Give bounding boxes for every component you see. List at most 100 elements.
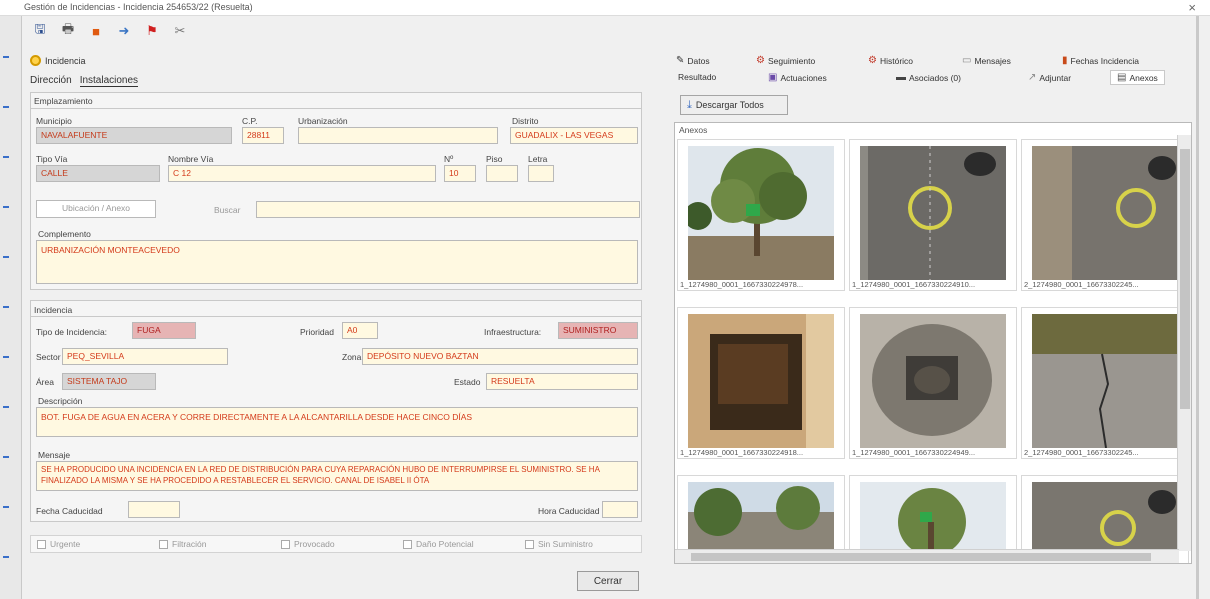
prioridad-field[interactable]: A0 (342, 322, 378, 339)
tab-direccion[interactable]: Dirección (30, 75, 72, 87)
attachment-thumbnail[interactable]: 2_1274980_0001_16673302245... (1021, 139, 1189, 291)
tab-datos-label: Datos (687, 55, 710, 66)
distrito-field[interactable]: GUADALIX - LAS VEGAS (510, 127, 638, 144)
scrollbar-thumb[interactable] (691, 553, 1151, 561)
tab-historico-label: Histórico (879, 55, 914, 66)
tab-resultado[interactable]: Resultado (678, 72, 716, 82)
download-all-label: Descargar Todos (695, 100, 764, 110)
tab-instalaciones[interactable]: Instalaciones (79, 75, 139, 87)
estado-field[interactable]: RESUELTA (486, 373, 638, 390)
fecha-caducidad-field[interactable] (128, 501, 180, 518)
letra-field[interactable] (528, 165, 554, 182)
tab-anexos-label: Anexos (1129, 72, 1158, 83)
checkbox-box (281, 539, 290, 549)
edge-mark (3, 356, 9, 358)
checkbox-box (403, 539, 412, 549)
tab-actuaciones[interactable]: ▣ Actuaciones (768, 72, 827, 83)
sin-suministro-checkbox[interactable]: Sin Suministro (525, 539, 633, 549)
close-icon[interactable]: × (1188, 0, 1196, 15)
scrollbar-thumb[interactable] (1180, 149, 1190, 409)
zona-field[interactable]: DEPÓSITO NUEVO BAZTAN (362, 348, 638, 365)
flags-row: Urgente Filtración Provocado Daño Potenc… (30, 535, 642, 553)
provocado-label: Provocado (294, 539, 335, 549)
gallery-horizontal-scrollbar[interactable] (675, 549, 1179, 563)
attachment-thumbnail[interactable]: 1_1274980_0001_1667330224918... (677, 307, 845, 459)
piso-field[interactable] (486, 165, 518, 182)
urgente-label: Urgente (50, 539, 81, 549)
close-button[interactable]: Cerrar (577, 571, 639, 591)
tab-seguimiento[interactable]: ⚙ Seguimiento (756, 55, 815, 66)
provocado-checkbox[interactable]: Provocado (281, 539, 389, 549)
buscar-label: Buscar (214, 205, 241, 215)
tipo-via-field[interactable]: CALLE (36, 165, 160, 182)
gear-icon: ⚙ (756, 55, 765, 66)
gallery-vertical-scrollbar[interactable] (1177, 135, 1191, 551)
zona-label: Zona (342, 352, 362, 362)
nombre-via-label: Nombre Vía (168, 154, 214, 164)
hora-caducidad-field[interactable] (602, 501, 638, 518)
tab-anexos[interactable]: ▤ Anexos (1110, 70, 1165, 85)
urbanizacion-field[interactable] (298, 127, 498, 144)
attachment-caption: 1_1274980_0001_1667330224910... (852, 280, 976, 289)
nombre-via-field[interactable]: C 12 (168, 165, 436, 182)
incident-section-label: Incidencia (34, 305, 73, 315)
sector-field[interactable]: PEQ_SEVILLA (62, 348, 228, 365)
link-icon: ▬ (896, 72, 906, 83)
edge-mark (3, 256, 9, 258)
tipo-incidencia-field[interactable]: FUGA (132, 322, 196, 339)
numero-field[interactable]: 10 (444, 165, 476, 182)
attachment-thumbnail[interactable]: 1_1274980_0001_1667330224949... (849, 307, 1017, 459)
infraestructura-label: Infraestructura: (484, 327, 542, 337)
attachment-thumbnail[interactable]: 1_1274980_0001_1667330224978... (677, 139, 845, 291)
toolbar: 🖫 🖶 ■ ➜ ⚑ ✂ (30, 21, 190, 42)
buscar-field[interactable] (256, 201, 640, 218)
tab-historico[interactable]: ⚙ Histórico (868, 55, 913, 66)
descripcion-field[interactable]: BOT. FUGA DE AGUA EN ACERA Y CORRE DIREC… (36, 407, 638, 437)
edge-mark (3, 56, 9, 58)
print-icon[interactable]: 🖶 (58, 21, 78, 40)
stop-icon[interactable]: ■ (86, 22, 106, 40)
filtracion-checkbox[interactable]: Filtración (159, 539, 267, 549)
pavement-mark-photo (1032, 146, 1178, 280)
edge-mark (3, 306, 9, 308)
urgente-checkbox[interactable]: Urgente (37, 539, 145, 549)
incident-header: Incidencia (30, 55, 86, 66)
flag-icon[interactable]: ⚑ (142, 22, 162, 40)
attachment-caption: 2_1274980_0001_16673302245... (1024, 448, 1139, 457)
complemento-field[interactable]: URBANIZACIÓN MONTEACEVEDO (36, 240, 638, 284)
checkbox-box (37, 539, 46, 549)
complemento-label: Complemento (38, 229, 91, 239)
infraestructura-field[interactable]: SUMINISTRO (558, 322, 638, 339)
tab-mensajes[interactable]: ▭ Mensajes (962, 55, 1011, 66)
ubicacion-button[interactable]: Ubicación / Anexo (36, 200, 156, 218)
ubicacion-label: Ubicación (61, 203, 100, 213)
location-section-label: Emplazamiento (34, 96, 93, 106)
tab-seguimiento-label: Seguimiento (767, 55, 816, 66)
attachment-thumbnail[interactable]: 1_1274980_0001_1667330224910... (849, 139, 1017, 291)
tab-adjuntar[interactable]: ↗ Adjuntar (1028, 72, 1071, 83)
area-field[interactable]: SISTEMA TAJO (62, 373, 156, 390)
tools-icon[interactable]: ✂ (170, 22, 190, 40)
municipio-field[interactable]: NAVALAFUENTE (36, 127, 232, 144)
cp-field[interactable]: 28811 (242, 127, 284, 144)
pipe-hole-photo (860, 314, 1006, 448)
arrow-icon[interactable]: ➜ (114, 22, 134, 40)
tab-adjuntar-label: Adjuntar (1039, 72, 1072, 83)
mensaje-field[interactable]: SE HA PRODUCIDO UNA INCIDENCIA EN LA RED… (36, 461, 638, 491)
tab-datos[interactable]: ✎ Datos (676, 55, 710, 66)
checkbox-box (525, 539, 534, 549)
tree-photo (688, 146, 834, 280)
tab-fechas-incidencia-label: Fechas Incidencia (1070, 55, 1140, 66)
download-all-button[interactable]: ⤓ Descargar Todos (680, 95, 788, 115)
edge-mark (3, 456, 9, 458)
attachment-thumbnail[interactable]: 2_1274980_0001_16673302245... (1021, 307, 1189, 459)
edge-mark (3, 506, 9, 508)
piso-label: Piso (486, 154, 503, 164)
save-icon[interactable]: 🖫 (30, 21, 50, 40)
dano-potencial-checkbox[interactable]: Daño Potencial (403, 539, 511, 549)
filtracion-label: Filtración (172, 539, 207, 549)
tab-fechas-incidencia[interactable]: ▮ Fechas Incidencia (1062, 55, 1139, 66)
edge-mark (3, 406, 9, 408)
tab-asociados[interactable]: ▬ Asociados (0) (896, 72, 961, 83)
edge-mark (3, 156, 9, 158)
